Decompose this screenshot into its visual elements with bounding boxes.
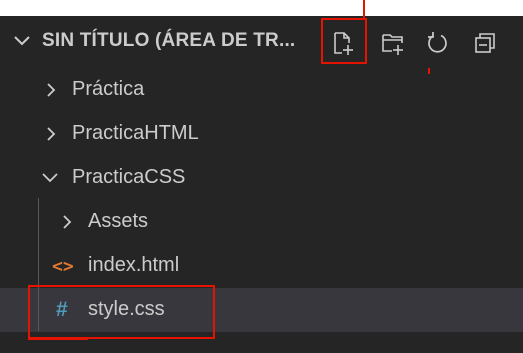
indent-guide <box>38 198 39 331</box>
chevron-down-icon[interactable] <box>12 33 32 49</box>
chevron-right-icon <box>63 215 72 229</box>
chevron-right-icon <box>47 127 56 141</box>
tree-item-label: PracticaCSS <box>72 166 186 188</box>
new-folder-button[interactable] <box>376 26 410 60</box>
workspace-title: SIN TÍTULO (ÁREA DE TR... <box>42 30 296 51</box>
tree-item-label: Práctica <box>72 78 145 100</box>
refresh-icon <box>428 32 447 53</box>
chevron-down-icon <box>42 173 58 183</box>
tree-item-practicahtml[interactable]: PracticaHTML <box>0 112 523 156</box>
tree-item-assets[interactable]: Assets <box>0 200 523 244</box>
tree-item-label: style.css <box>88 298 165 320</box>
tree-item-practica[interactable]: Práctica <box>0 68 523 112</box>
refresh-button[interactable] <box>420 26 454 60</box>
tree-item-style-css[interactable]: # style.css <box>0 288 523 332</box>
explorer-panel: SIN TÍTULO (ÁREA DE TR... Práctica Pract… <box>0 16 523 353</box>
collapse-all-button[interactable] <box>468 26 502 60</box>
chevron-right-icon <box>47 83 56 97</box>
tree-item-practicacss[interactable]: PracticaCSS <box>0 156 523 200</box>
css-file-icon: # <box>56 298 68 321</box>
new-folder-icon <box>382 34 403 55</box>
explorer-section-header[interactable]: SIN TÍTULO (ÁREA DE TR... <box>0 16 523 68</box>
new-file-button[interactable] <box>326 26 360 60</box>
collapse-all-icon <box>475 33 495 53</box>
tree-item-label: PracticaHTML <box>72 122 199 144</box>
tree-item-label: Assets <box>88 210 149 232</box>
new-file-icon <box>334 32 353 55</box>
html-file-icon: <> <box>52 256 74 277</box>
tree-item-index-html[interactable]: <> index.html <box>0 244 523 288</box>
tree-item-label: index.html <box>88 254 180 276</box>
